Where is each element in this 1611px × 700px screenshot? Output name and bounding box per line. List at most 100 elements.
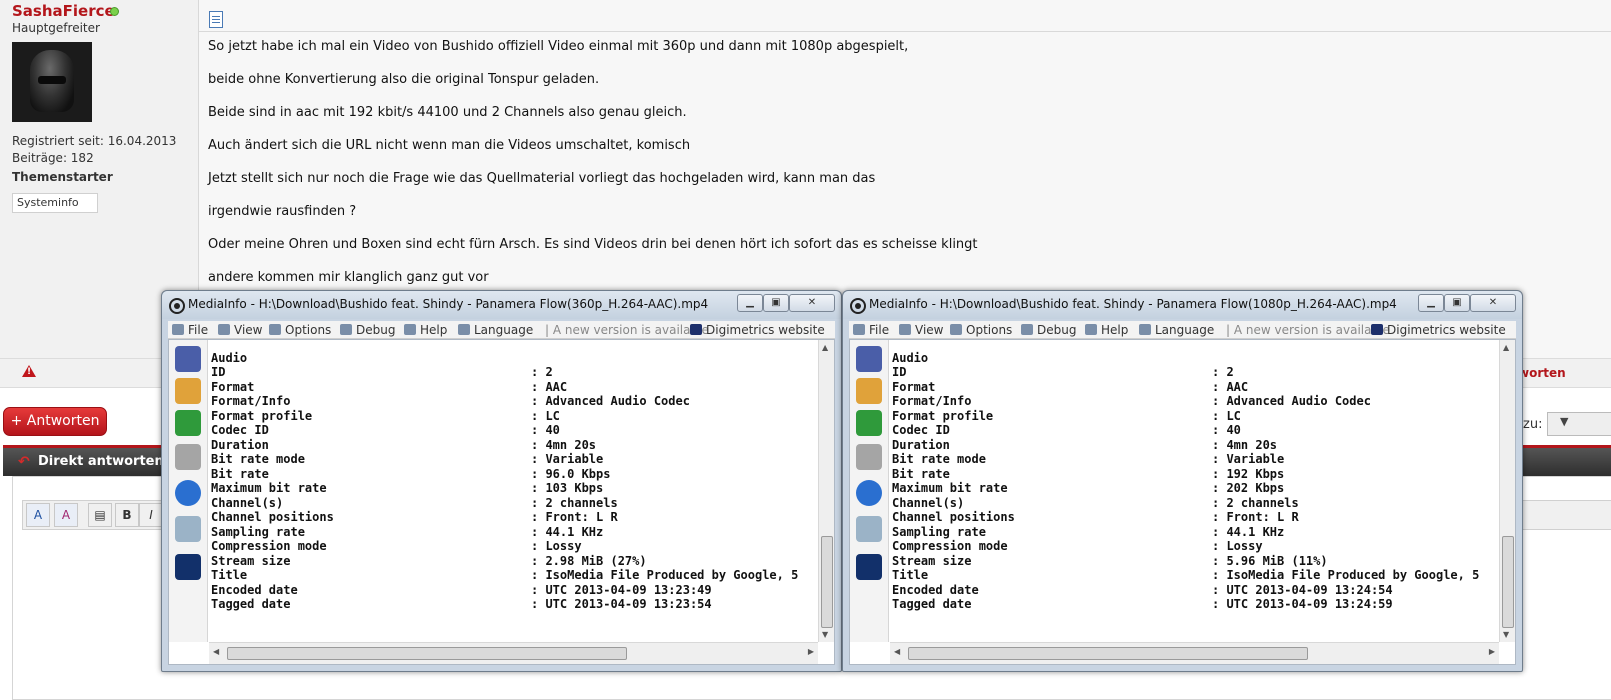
vertical-scrollbar[interactable]: ▲ ▼: [818, 340, 834, 642]
scroll-thumb[interactable]: [821, 536, 833, 628]
post-text-line: So jetzt habe ich mal ein Video von Bush…: [208, 39, 909, 54]
username-link[interactable]: SashaFierce: [12, 2, 115, 20]
info-row: Bit rate: 96.0 Kbps: [211, 467, 611, 481]
info-icon[interactable]: [856, 480, 882, 506]
info-row: Tagged date: UTC 2013-04-09 13:24:59: [892, 597, 1393, 611]
export-icon[interactable]: [856, 410, 882, 436]
open-folder-icon[interactable]: [175, 378, 201, 404]
scroll-left-icon[interactable]: ◀: [894, 647, 900, 656]
open-file-icon[interactable]: [856, 346, 882, 372]
info-icon[interactable]: [175, 480, 201, 506]
post-count: Beiträge: 182: [12, 151, 94, 165]
menu-debug[interactable]: Debug: [340, 323, 395, 337]
maximize-button[interactable]: ▣: [1444, 294, 1470, 312]
scroll-right-icon[interactable]: ▶: [1489, 647, 1495, 656]
font-size-icon[interactable]: A: [26, 503, 50, 527]
sheet-view-icon[interactable]: [856, 516, 882, 542]
menu-debug[interactable]: Debug: [1021, 323, 1076, 337]
close-button[interactable]: ✕: [789, 294, 835, 312]
menu-options[interactable]: Options: [269, 323, 331, 337]
jump-to-select[interactable]: ▼: [1547, 412, 1611, 436]
menu-website[interactable]: Digimetrics website: [1371, 323, 1506, 337]
window-title: MediaInfo - H:\Download\Bushido feat. Sh…: [869, 297, 1397, 311]
open-file-icon[interactable]: [175, 346, 201, 372]
mediainfo-text-view[interactable]: Audio ID: 2 Format: AAC Format/Info: Adv…: [209, 340, 818, 642]
waveform-icon[interactable]: [175, 554, 201, 580]
mediainfo-side-toolbar: [169, 340, 208, 642]
post-text-line: Oder meine Ohren und Boxen sind echt für…: [208, 237, 978, 252]
open-folder-icon[interactable]: [856, 378, 882, 404]
minimize-button[interactable]: ▁: [1418, 294, 1444, 312]
info-row: Audio: [211, 351, 248, 365]
menu-help[interactable]: Help: [1085, 323, 1128, 337]
post-text-line: Beide sind in aac mit 192 kbit/s 44100 u…: [208, 105, 687, 120]
horizontal-scrollbar[interactable]: ◀ ▶: [209, 642, 818, 664]
debug-icon: [340, 324, 352, 335]
user-rank: Hauptgefreiter: [12, 21, 100, 35]
systeminfo-button[interactable]: Systeminfo: [12, 193, 98, 213]
waveform-icon[interactable]: [856, 554, 882, 580]
new-version-note[interactable]: | A new version is available: [545, 323, 709, 337]
mediainfo-window-360p: MediaInfo - H:\Download\Bushido feat. Sh…: [161, 290, 842, 672]
scroll-thumb[interactable]: [908, 647, 1308, 660]
scroll-down-icon[interactable]: ▼: [822, 630, 828, 639]
mediainfo-window-1080p: MediaInfo - H:\Download\Bushido feat. Sh…: [842, 290, 1523, 672]
maximize-button[interactable]: ▣: [763, 294, 789, 312]
menu-language[interactable]: Language: [1139, 323, 1214, 337]
export-icon[interactable]: [175, 410, 201, 436]
mediainfo-client-area: Audio ID: 2 Format: AAC Format/Info: Adv…: [849, 339, 1516, 665]
scroll-down-icon[interactable]: ▼: [1503, 630, 1509, 639]
menu-view[interactable]: View: [218, 323, 262, 337]
menu-view[interactable]: View: [899, 323, 943, 337]
answer-button[interactable]: + Antworten: [3, 407, 107, 436]
info-row: Channel(s): 2 channels: [892, 496, 1299, 510]
italic-icon[interactable]: I: [139, 503, 163, 527]
reply-link[interactable]: worten: [1518, 366, 1566, 380]
info-row: Sampling rate: 44.1 KHz: [892, 525, 1285, 539]
post-text-line: Jetzt stellt sich nur noch die Frage wie…: [208, 171, 876, 186]
options-icon: [950, 324, 962, 335]
scroll-thumb[interactable]: [1502, 536, 1514, 628]
minimize-button[interactable]: ▁: [737, 294, 763, 312]
scroll-right-icon[interactable]: ▶: [808, 647, 814, 656]
menu-website[interactable]: Digimetrics website: [690, 323, 825, 337]
report-warning-icon[interactable]: !: [22, 365, 36, 377]
avatar-visor-shape: [38, 76, 66, 84]
answer-button-label: Antworten: [26, 413, 100, 429]
avatar[interactable]: [12, 42, 92, 122]
info-row: Stream size: 2.98 MiB (27%): [211, 554, 647, 568]
menu-file[interactable]: File: [172, 323, 208, 337]
menu-file[interactable]: File: [853, 323, 889, 337]
scroll-thumb[interactable]: [227, 647, 627, 660]
font-color-icon[interactable]: A: [54, 503, 78, 527]
mediainfo-text-view[interactable]: Audio ID: 2 Format: AAC Format/Info: Adv…: [890, 340, 1499, 642]
preferences-icon[interactable]: [856, 444, 882, 470]
new-version-note[interactable]: | A new version is available: [1226, 323, 1390, 337]
paste-icon[interactable]: ▤: [88, 503, 112, 527]
vertical-scrollbar[interactable]: ▲ ▼: [1499, 340, 1515, 642]
info-row: Format profile: LC: [211, 409, 560, 423]
info-row: Codec ID: 40: [892, 423, 1241, 437]
scroll-up-icon[interactable]: ▲: [1503, 343, 1509, 352]
scroll-left-icon[interactable]: ◀: [213, 647, 219, 656]
preferences-icon[interactable]: [175, 444, 201, 470]
info-row: Title: IsoMedia File Produced by Google,…: [211, 568, 799, 582]
menu-help[interactable]: Help: [404, 323, 447, 337]
bold-icon[interactable]: B: [115, 503, 139, 527]
chevron-down-icon: ▼: [1560, 415, 1569, 428]
view-icon: [218, 324, 230, 335]
info-row: Compression mode: Lossy: [211, 539, 582, 553]
window-titlebar[interactable]: MediaInfo - H:\Download\Bushido feat. Sh…: [162, 291, 841, 319]
window-titlebar[interactable]: MediaInfo - H:\Download\Bushido feat. Sh…: [843, 291, 1522, 319]
close-button[interactable]: ✕: [1470, 294, 1516, 312]
menu-options[interactable]: Options: [950, 323, 1012, 337]
info-row: Title: IsoMedia File Produced by Google,…: [892, 568, 1480, 582]
info-row: Channel(s): 2 channels: [211, 496, 618, 510]
scroll-up-icon[interactable]: ▲: [822, 343, 828, 352]
sheet-view-icon[interactable]: [175, 516, 201, 542]
horizontal-scrollbar[interactable]: ◀ ▶: [890, 642, 1499, 664]
help-icon: [404, 324, 416, 335]
mediainfo-app-icon: [850, 298, 866, 314]
menu-language[interactable]: Language: [458, 323, 533, 337]
language-icon: [1139, 324, 1151, 335]
